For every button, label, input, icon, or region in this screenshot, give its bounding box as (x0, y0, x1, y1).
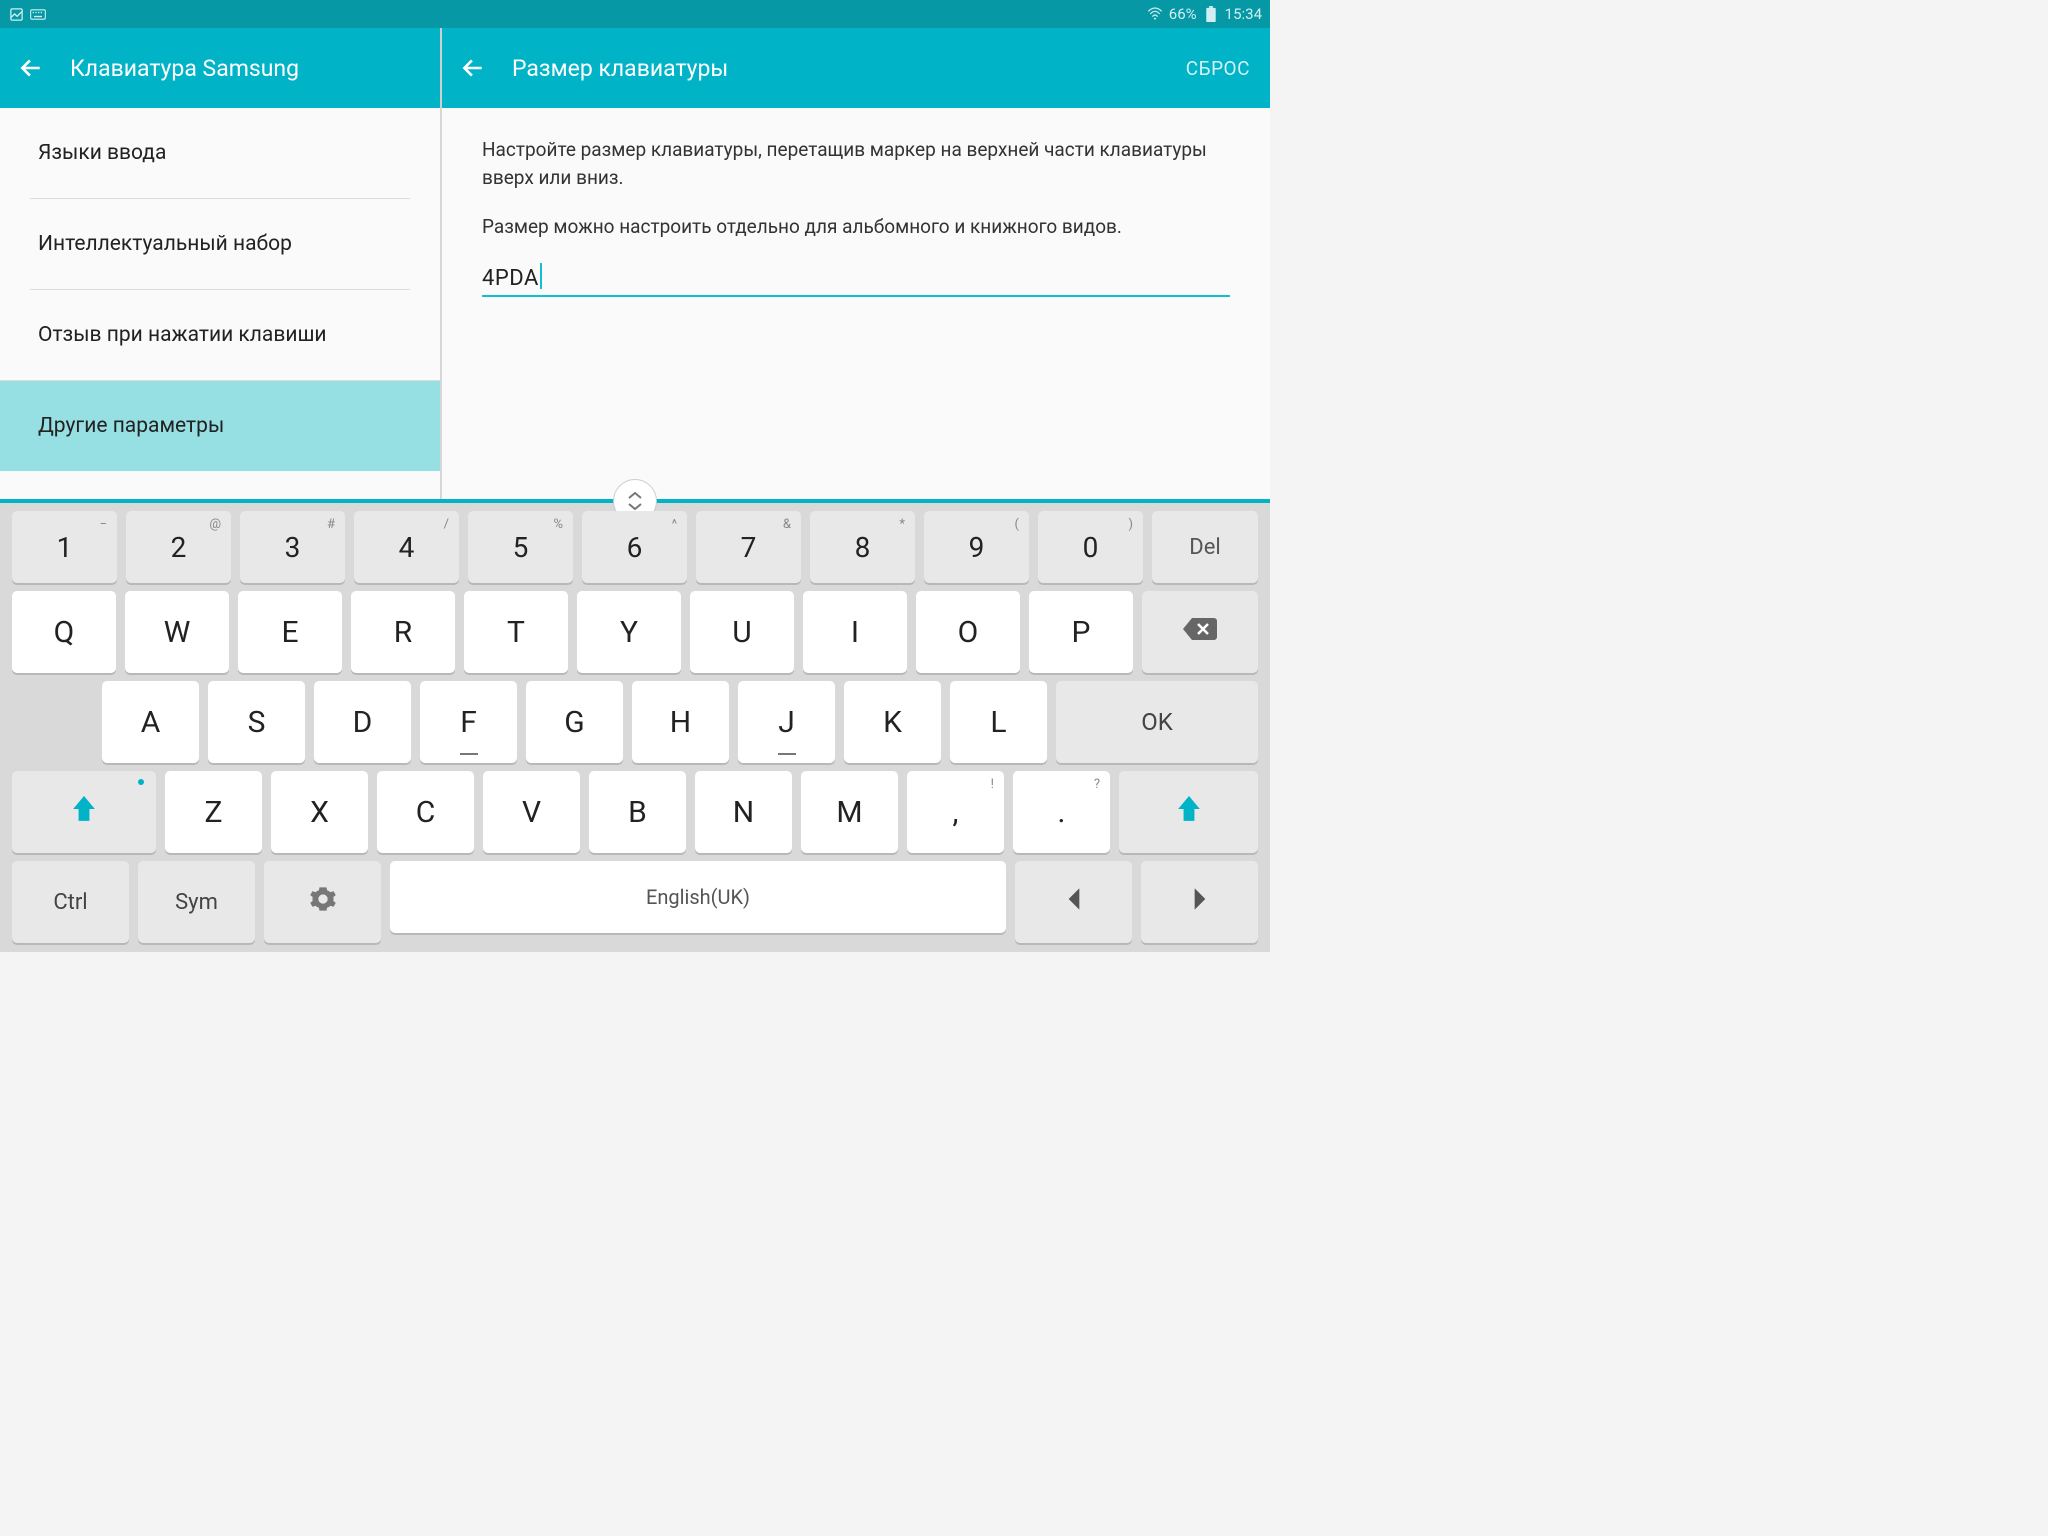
content-pane: Настройте размер клавиатуры, перетащив м… (442, 108, 1270, 499)
back-button-left[interactable] (18, 55, 44, 81)
key-q[interactable]: Q (12, 591, 116, 673)
sidebar-item-key-feedback[interactable]: Отзыв при нажатии клавиши (0, 290, 440, 380)
back-button-right[interactable] (460, 55, 486, 81)
key-n[interactable]: N (695, 771, 792, 853)
key-ctrl[interactable]: Ctrl (12, 861, 129, 943)
key-1[interactable]: 1− (12, 511, 117, 583)
key-comma[interactable]: ,! (907, 771, 1004, 853)
image-icon (8, 6, 24, 22)
key-2[interactable]: 2@ (126, 511, 231, 583)
key-o[interactable]: O (916, 591, 1020, 673)
status-bar: 66% 15:34 (0, 0, 1270, 28)
key-backspace[interactable] (1142, 591, 1258, 673)
clock: 15:34 (1225, 5, 1262, 23)
keyboard-icon (30, 6, 46, 22)
key-space[interactable]: English(UK) (390, 861, 1006, 933)
shift-icon (71, 794, 97, 830)
key-m[interactable]: M (801, 771, 898, 853)
backspace-icon (1182, 616, 1218, 648)
battery-icon (1203, 6, 1219, 22)
sidebar-item-input-languages[interactable]: Языки ввода (0, 108, 440, 198)
key-j[interactable]: J (738, 681, 835, 763)
key-8[interactable]: 8* (810, 511, 915, 583)
key-ok[interactable]: OK (1056, 681, 1258, 763)
key-arrow-left[interactable] (1015, 861, 1132, 943)
app-header: Клавиатура Samsung Размер клавиатуры СБР… (0, 28, 1270, 108)
key-l[interactable]: L (950, 681, 1047, 763)
key-4[interactable]: 4/ (354, 511, 459, 583)
key-z[interactable]: Z (165, 771, 262, 853)
key-period[interactable]: .? (1013, 771, 1110, 853)
key-d[interactable]: D (314, 681, 411, 763)
key-7[interactable]: 7& (696, 511, 801, 583)
key-h[interactable]: H (632, 681, 729, 763)
key-b[interactable]: B (589, 771, 686, 853)
key-del[interactable]: Del (1152, 511, 1258, 583)
key-arrow-right[interactable] (1141, 861, 1258, 943)
key-w[interactable]: W (125, 591, 229, 673)
reset-button[interactable]: СБРОС (1186, 57, 1250, 80)
key-a[interactable]: A (102, 681, 199, 763)
arrow-right-icon (1191, 887, 1209, 917)
key-3[interactable]: 3# (240, 511, 345, 583)
keyboard-resize-bar[interactable] (0, 499, 1270, 503)
description-1: Настройте размер клавиатуры, перетащив м… (482, 136, 1230, 191)
key-f[interactable]: F (420, 681, 517, 763)
gear-icon (309, 885, 337, 919)
header-left-title: Клавиатура Samsung (70, 55, 299, 82)
sidebar-item-smart-typing[interactable]: Интеллектуальный набор (0, 199, 440, 289)
key-0[interactable]: 0) (1038, 511, 1143, 583)
battery-percent: 66% (1169, 5, 1197, 23)
key-sym[interactable]: Sym (138, 861, 255, 943)
key-x[interactable]: X (271, 771, 368, 853)
sidebar-item-other-settings[interactable]: Другие параметры (0, 381, 440, 471)
wifi-icon (1147, 6, 1163, 22)
key-9[interactable]: 9( (924, 511, 1029, 583)
key-k[interactable]: K (844, 681, 941, 763)
arrow-left-icon (1065, 887, 1083, 917)
key-g[interactable]: G (526, 681, 623, 763)
key-r[interactable]: R (351, 591, 455, 673)
key-s[interactable]: S (208, 681, 305, 763)
key-5[interactable]: 5% (468, 511, 573, 583)
key-u[interactable]: U (690, 591, 794, 673)
key-p[interactable]: P (1029, 591, 1133, 673)
text-cursor (540, 263, 542, 289)
description-2: Размер можно настроить отдельно для альб… (482, 213, 1230, 241)
shift-icon (1176, 794, 1202, 830)
key-v[interactable]: V (483, 771, 580, 853)
key-shift-left[interactable] (12, 771, 156, 853)
key-y[interactable]: Y (577, 591, 681, 673)
key-6[interactable]: 6^ (582, 511, 687, 583)
text-input[interactable]: 4PDA (482, 263, 1230, 297)
key-shift-right[interactable] (1119, 771, 1258, 853)
key-i[interactable]: I (803, 591, 907, 673)
key-t[interactable]: T (464, 591, 568, 673)
keyboard: 1−2@3#4/5%6^7&8*9(0)Del QWERTYUIOP ASDFG… (0, 503, 1270, 952)
header-right-title: Размер клавиатуры (512, 55, 728, 82)
key-settings[interactable] (264, 861, 381, 943)
key-e[interactable]: E (238, 591, 342, 673)
key-c[interactable]: C (377, 771, 474, 853)
settings-sidebar: Языки ввода Интеллектуальный набор Отзыв… (0, 108, 440, 499)
